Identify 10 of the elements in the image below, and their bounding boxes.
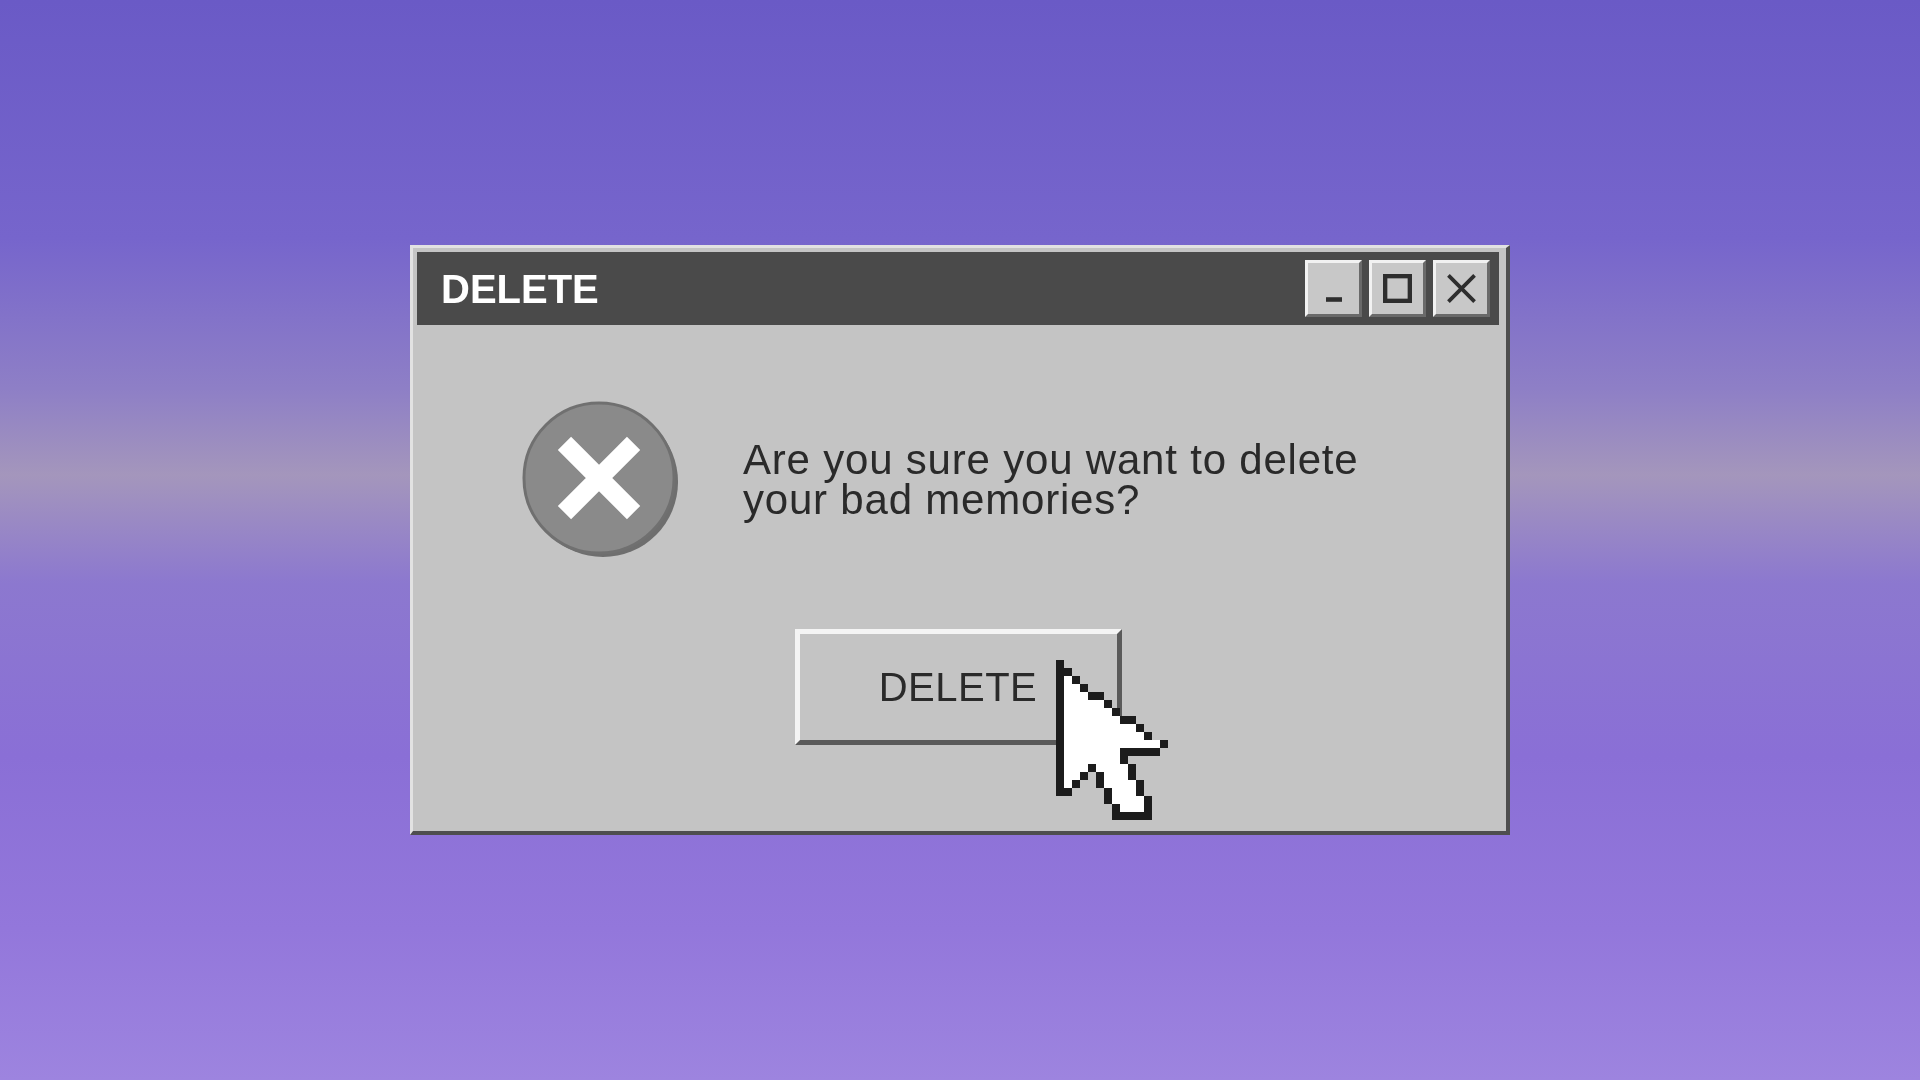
minimize-button[interactable] xyxy=(1305,260,1362,317)
close-button[interactable] xyxy=(1433,260,1490,317)
minimize-icon xyxy=(1325,297,1342,302)
error-icon xyxy=(522,401,680,559)
maximize-button[interactable] xyxy=(1369,260,1426,317)
maximize-icon xyxy=(1383,274,1412,303)
close-icon xyxy=(1447,274,1476,303)
cursor-arrow-icon xyxy=(1055,660,1168,820)
delete-button[interactable]: DELETE xyxy=(794,629,1122,745)
window-title: DELETE xyxy=(441,268,599,309)
